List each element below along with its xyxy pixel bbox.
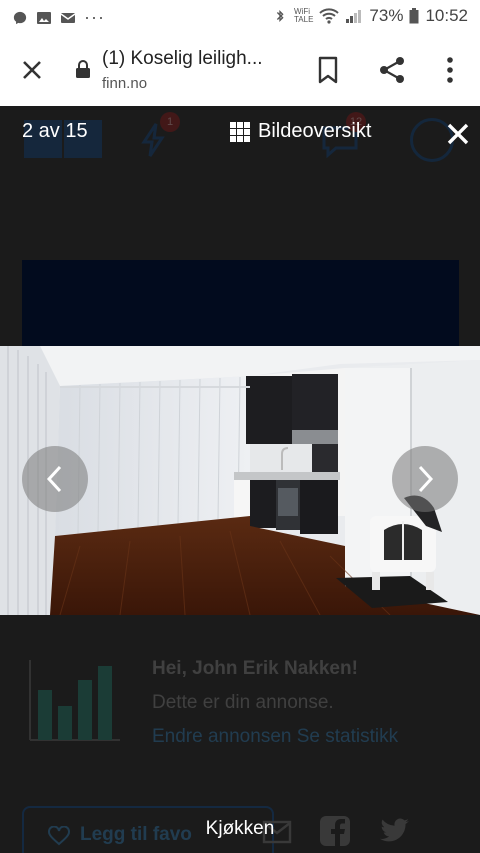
- messenger-icon: [13, 11, 27, 24]
- bookmark-icon[interactable]: [316, 56, 340, 84]
- gallery-icon: [37, 11, 51, 24]
- grid-icon: [230, 121, 250, 142]
- url-domain[interactable]: finn.no: [102, 75, 147, 92]
- browser-toolbar: (1) Koselig leiligh... finn.no: [0, 34, 480, 106]
- wifi-icon: [319, 8, 340, 24]
- chevron-left-icon: [46, 465, 62, 493]
- more-options-icon[interactable]: [440, 55, 460, 85]
- owner-greeting: Hei, John Erik Nakken!: [152, 658, 358, 679]
- bluetooth-icon: [276, 10, 284, 22]
- background-banner: [22, 260, 459, 346]
- close-tab-icon[interactable]: [18, 56, 46, 84]
- signal-icon: [346, 10, 362, 23]
- image-counter: 2 av 15: [22, 120, 88, 142]
- image-caption: Kjøkken: [205, 818, 275, 839]
- gallery-photo[interactable]: [0, 346, 480, 615]
- close-gallery-icon[interactable]: [446, 122, 470, 146]
- background-owner-section: Hei, John Erik Nakken! Dette er din anno…: [0, 646, 480, 766]
- mail-icon: [60, 12, 76, 23]
- image-overview-button[interactable]: Bildeoversikt: [230, 120, 371, 143]
- chevron-right-icon: [418, 465, 434, 493]
- battery-percent: 73%: [369, 6, 404, 25]
- clock: 10:52: [425, 6, 468, 25]
- lock-icon[interactable]: [75, 59, 91, 79]
- status-bar: ··· WiFi TALE 73% 10:52: [0, 0, 480, 34]
- next-image-button[interactable]: [392, 446, 458, 512]
- more-notifications-icon: ···: [84, 7, 105, 27]
- notification-badge: 1: [160, 112, 180, 132]
- previous-image-button[interactable]: [22, 446, 88, 512]
- wifi-label: WiFi TALE: [294, 8, 313, 24]
- statistics-chart-icon: [29, 660, 120, 741]
- tab-title[interactable]: (1) Koselig leiligh...: [102, 48, 263, 70]
- owner-links: Endre annonsen Se statistikk: [152, 726, 399, 747]
- owner-subtitle: Dette er din annonse.: [152, 692, 334, 713]
- share-icon[interactable]: [378, 55, 406, 85]
- battery-icon: [409, 8, 419, 24]
- image-overview-label: Bildeoversikt: [258, 120, 372, 142]
- lightbox-overlay: 1 12 2 av 15 Bildeoversikt Hei, John Eri…: [0, 106, 480, 853]
- wifi-label-bottom: TALE: [294, 15, 314, 24]
